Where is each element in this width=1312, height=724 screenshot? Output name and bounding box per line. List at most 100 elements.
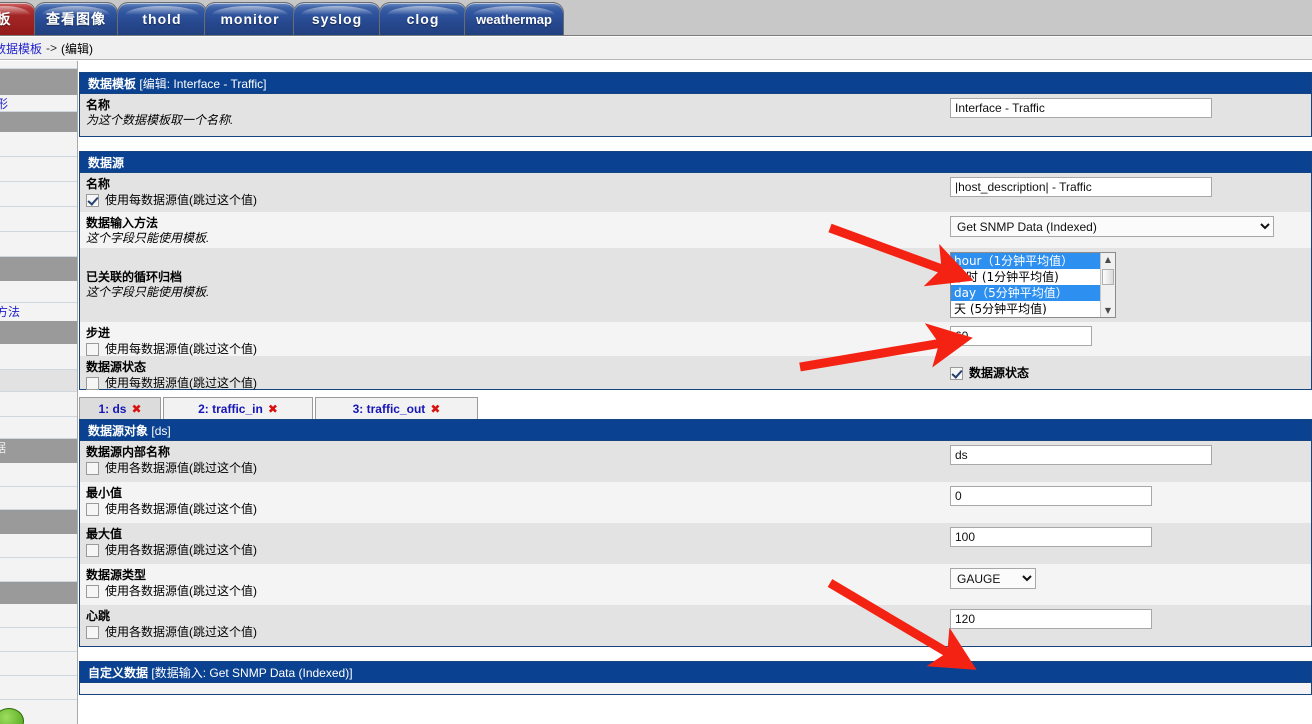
- ds-name-per-value-checkbox[interactable]: [86, 193, 99, 207]
- ds-type-per-value-checkbox[interactable]: [86, 584, 99, 598]
- tab-clog[interactable]: clog: [379, 2, 467, 35]
- sidebar-item[interactable]: [0, 207, 77, 232]
- internal-name-per-value-checkbox[interactable]: [86, 461, 99, 475]
- sidebar-item[interactable]: 方法: [0, 303, 77, 321]
- form-row-step: 步进 使用每数据源值(跳过这个值): [80, 322, 1311, 356]
- sidebar-item[interactable]: [0, 417, 77, 439]
- close-icon[interactable]: ✖: [268, 402, 278, 416]
- tab-monitor[interactable]: monitor: [204, 2, 296, 35]
- max-value-per-value-checkbox[interactable]: [86, 543, 99, 557]
- listbox-option[interactable]: day（5分钟平均值）: [951, 285, 1100, 301]
- tab-console[interactable]: 板: [0, 2, 36, 35]
- max-value-input[interactable]: [950, 527, 1152, 547]
- listbox-scrollbar[interactable]: ▲ ▼: [1100, 253, 1115, 317]
- form-row-labels: 数据源状态 使用每数据源值(跳过这个值): [80, 356, 950, 395]
- top-tab-bar: 板 查看图像 thold monitor syslog clog weather…: [0, 0, 1312, 36]
- main-content: 数据模板 [编辑: Interface - Traffic] 名称 为这个数据模…: [79, 61, 1312, 724]
- tab-view-graphs[interactable]: 查看图像: [34, 2, 118, 35]
- breadcrumb: 数据模板 -> (编辑): [0, 37, 1312, 60]
- ds-status-per-value-checkbox[interactable]: [86, 376, 99, 390]
- sidebar-item[interactable]: [0, 344, 77, 370]
- sidebar-item[interactable]: [0, 534, 77, 558]
- sidebar-item[interactable]: [0, 157, 77, 182]
- ds-internal-name-input[interactable]: [950, 445, 1212, 465]
- sidebar-item[interactable]: [0, 132, 77, 157]
- sidebar-item[interactable]: [0, 392, 77, 417]
- sidebar-item[interactable]: [0, 652, 77, 676]
- tab-thold[interactable]: thold: [117, 2, 207, 35]
- close-icon[interactable]: ✖: [430, 402, 440, 416]
- scroll-down-arrow-icon[interactable]: ▼: [1102, 304, 1115, 317]
- ds-tab-2[interactable]: 2: traffic_in ✖: [163, 397, 313, 419]
- field-description: 这个字段只能使用模板.: [86, 285, 210, 299]
- sidebar-row: [0, 61, 77, 69]
- checkbox-label: 使用每数据源值(跳过这个值): [105, 376, 257, 390]
- min-value-input[interactable]: [950, 486, 1152, 506]
- field-description: 这个字段只能使用模板.: [86, 231, 210, 245]
- data-input-method-select[interactable]: Get SNMP Data (Indexed): [950, 216, 1274, 237]
- datasource-panel: 名称 使用每数据源值(跳过这个值) 数据输入方法 这个字段只能使用模板. Get…: [79, 173, 1312, 390]
- min-value-per-value-checkbox[interactable]: [86, 502, 99, 516]
- scrollbar-thumb[interactable]: [1102, 269, 1114, 285]
- template-name-input[interactable]: [950, 98, 1212, 118]
- form-row-labels: 名称 使用每数据源值(跳过这个值): [80, 173, 950, 212]
- close-icon[interactable]: ✖: [131, 402, 141, 416]
- form-row-labels: 名称 为这个数据模板取一个名称.: [80, 94, 950, 132]
- ds-status-checkbox[interactable]: [950, 366, 963, 380]
- ds-type-select[interactable]: GAUGE: [950, 568, 1036, 589]
- listbox-option[interactable]: hour（1分钟平均值）: [951, 253, 1100, 269]
- sidebar-section-header: [0, 510, 77, 534]
- sidebar-item[interactable]: [0, 182, 77, 207]
- field-label: 数据源内部名称: [86, 445, 171, 459]
- ds-name-input[interactable]: [950, 177, 1212, 197]
- sidebar-item[interactable]: [0, 558, 77, 582]
- sidebar-item[interactable]: [0, 281, 77, 303]
- listbox-option[interactable]: 天 (5分钟平均值): [951, 301, 1100, 317]
- heartbeat-per-value-checkbox[interactable]: [86, 625, 99, 639]
- form-row-rra: 已关联的循环归档 这个字段只能使用模板. hour（1分钟平均值） 小时 (1分…: [80, 248, 1311, 322]
- form-row-control: hour（1分钟平均值） 小时 (1分钟平均值) day（5分钟平均值） 天 (…: [950, 248, 1311, 322]
- per-ds-value-checkline: 使用各数据源值(跳过这个值): [86, 501, 950, 517]
- rra-multiselect-listbox[interactable]: hour（1分钟平均值） 小时 (1分钟平均值) day（5分钟平均值） 天 (…: [950, 252, 1116, 318]
- sidebar-item[interactable]: [0, 463, 77, 487]
- sidebar-item[interactable]: [0, 676, 77, 700]
- tab-label: thold: [142, 11, 182, 27]
- form-row-ds-type: 数据源类型 使用各数据源值(跳过这个值) GAUGE: [80, 564, 1311, 605]
- sidebar-item[interactable]: [0, 487, 77, 510]
- form-row-control: [950, 605, 1311, 633]
- ds-tab-label: 1: ds: [98, 401, 127, 416]
- tab-weathermap[interactable]: weathermap: [464, 2, 564, 35]
- custom-data-panel: [79, 683, 1312, 695]
- data-template-panel: 名称 为这个数据模板取一个名称.: [79, 94, 1312, 137]
- tab-label: syslog: [311, 11, 363, 27]
- scroll-up-arrow-icon[interactable]: ▲: [1102, 253, 1115, 266]
- datasource-item-tabs: 1: ds ✖ 2: traffic_in ✖ 3: traffic_out ✖: [79, 395, 1312, 419]
- sidebar-item[interactable]: [0, 370, 77, 392]
- listbox-option[interactable]: 小时 (1分钟平均值): [951, 269, 1100, 285]
- sidebar-item[interactable]: [0, 232, 77, 257]
- tab-label: clog: [406, 11, 440, 27]
- heartbeat-input[interactable]: [950, 609, 1152, 629]
- breadcrumb-root-link[interactable]: 数据模板: [0, 40, 42, 57]
- sidebar-item[interactable]: 形: [0, 95, 77, 112]
- ds-tab-1[interactable]: 1: ds ✖: [79, 397, 161, 419]
- form-row-labels: 心跳 使用各数据源值(跳过这个值): [80, 605, 950, 644]
- sidebar-section-header: [0, 321, 77, 344]
- tab-label: 板: [0, 9, 12, 29]
- sidebar-item[interactable]: [0, 628, 77, 652]
- ds-tab-label: 2: traffic_in: [198, 401, 263, 416]
- step-input[interactable]: [950, 326, 1092, 346]
- field-description: 为这个数据模板取一个名称.: [86, 113, 234, 127]
- panel-subtitle: [数据输入: Get SNMP Data (Indexed)]: [151, 666, 353, 680]
- tab-syslog[interactable]: syslog: [293, 2, 381, 35]
- checkbox-label: 使用每数据源值(跳过这个值): [105, 193, 257, 207]
- form-row-control: [950, 441, 1311, 469]
- sidebar-item[interactable]: [0, 604, 77, 628]
- sidebar-section-header: [0, 257, 77, 281]
- sidebar-section-header: 据: [0, 439, 77, 463]
- ds-tab-3[interactable]: 3: traffic_out ✖: [315, 397, 478, 419]
- step-per-value-checkbox[interactable]: [86, 342, 99, 356]
- data-template-panel-header: 数据模板 [编辑: Interface - Traffic]: [79, 72, 1312, 94]
